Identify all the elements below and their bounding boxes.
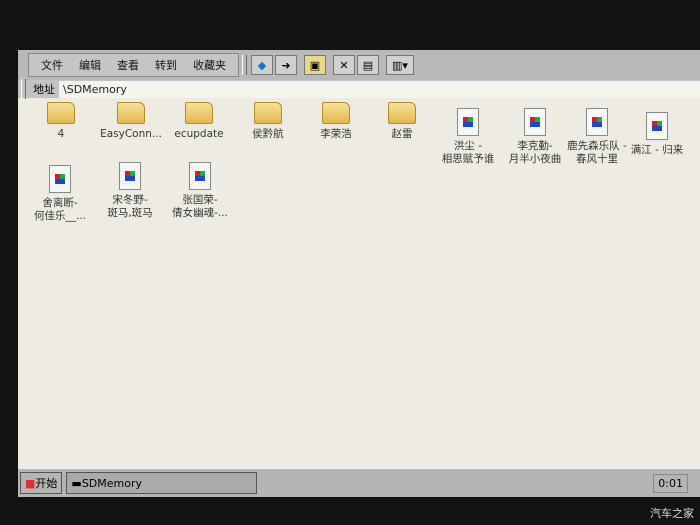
media-file-icon xyxy=(586,108,608,136)
address-label: 地址 xyxy=(33,83,55,96)
file-label: 李克勤- xyxy=(517,140,553,152)
clock: 0:01 xyxy=(653,473,688,493)
start-label: 开始 xyxy=(35,477,58,490)
toolbar-grip[interactable] xyxy=(242,55,247,75)
media-file-icon xyxy=(524,108,546,136)
file-label: 斑马,斑马 xyxy=(107,207,153,219)
file-label: 月半小夜曲 xyxy=(508,153,562,165)
media-file-icon xyxy=(49,165,71,193)
file-item[interactable]: 宋冬野- 斑马,斑马 xyxy=(95,162,165,220)
folder-item[interactable]: 侯黔航 xyxy=(233,102,303,141)
file-label: 张国荣- xyxy=(182,194,218,206)
views-icon[interactable]: ▥▾ xyxy=(386,55,414,75)
folder-item[interactable]: 赵雷 xyxy=(367,102,437,141)
folder-item[interactable]: 4 xyxy=(26,102,96,141)
windows-logo-icon: ■ xyxy=(25,476,36,490)
menu-bar: 文件 编辑 查看 转到 收藏夹 xyxy=(28,53,239,77)
file-label: 相思赋予谁 xyxy=(441,153,495,165)
task-label: SDMemory xyxy=(81,476,143,490)
explorer-window: 文件 编辑 查看 转到 收藏夹 ◆ ➜ ▣ ✕ ▤ ▥▾ 地址 \SDMemor… xyxy=(18,50,700,497)
back-icon[interactable]: ◆ xyxy=(251,55,273,75)
folder-icon xyxy=(47,102,75,124)
toolbar: 文件 编辑 查看 转到 收藏夹 ◆ ➜ ▣ ✕ ▤ ▥▾ xyxy=(18,50,700,80)
file-item[interactable]: 舍离断- 何佳乐__... xyxy=(25,165,95,223)
folder-icon xyxy=(185,102,213,124)
file-item[interactable]: 满江 - 归来 xyxy=(622,112,692,157)
folder-item[interactable]: ecupdate xyxy=(164,102,234,141)
menu-favorites[interactable]: 收藏夹 xyxy=(193,57,226,73)
file-label: 满江 - 归来 xyxy=(630,144,684,156)
address-grip[interactable] xyxy=(21,79,26,99)
file-label: 宋冬野- xyxy=(112,194,148,206)
media-file-icon xyxy=(189,162,211,190)
folder-icon xyxy=(117,102,145,124)
folder-item[interactable]: 李荣浩 xyxy=(301,102,371,141)
menu-view[interactable]: 查看 xyxy=(117,57,139,73)
folder-item[interactable]: EasyConn... xyxy=(96,102,166,141)
taskbar-window-button[interactable]: ▬ SDMemory xyxy=(66,472,258,494)
media-file-icon xyxy=(646,112,668,140)
drive-icon: ▬ xyxy=(71,476,82,490)
delete-icon[interactable]: ✕ xyxy=(333,55,355,75)
forward-icon[interactable]: ➜ xyxy=(275,55,297,75)
taskbar: ■ 开始 ▬ SDMemory 0:01 xyxy=(18,468,700,497)
up-folder-icon[interactable]: ▣ xyxy=(304,55,326,75)
menu-file[interactable]: 文件 xyxy=(41,57,63,73)
file-label: 洪尘 - xyxy=(453,140,483,152)
menu-edit[interactable]: 编辑 xyxy=(79,57,101,73)
file-label: 何佳乐__... xyxy=(33,210,86,222)
media-file-icon xyxy=(119,162,141,190)
address-input[interactable]: \SDMemory xyxy=(59,80,700,98)
file-item[interactable]: 洪尘 - 相思赋予谁 xyxy=(433,108,503,166)
file-item[interactable]: 李克勤- 月半小夜曲 xyxy=(500,108,570,166)
address-bar: 地址 \SDMemory xyxy=(18,79,700,99)
properties-icon[interactable]: ▤ xyxy=(357,55,379,75)
folder-icon xyxy=(254,102,282,124)
watermark: 汽车之家 xyxy=(650,507,694,520)
file-item[interactable]: 张国荣- 倩女幽魂-... xyxy=(165,162,235,220)
file-label: 舍离断- xyxy=(42,197,78,209)
menu-go[interactable]: 转到 xyxy=(155,57,177,73)
folder-icon xyxy=(388,102,416,124)
media-file-icon xyxy=(457,108,479,136)
folder-icon xyxy=(322,102,350,124)
start-button[interactable]: ■ 开始 xyxy=(20,472,63,494)
file-label: 倩女幽魂-... xyxy=(172,207,228,219)
